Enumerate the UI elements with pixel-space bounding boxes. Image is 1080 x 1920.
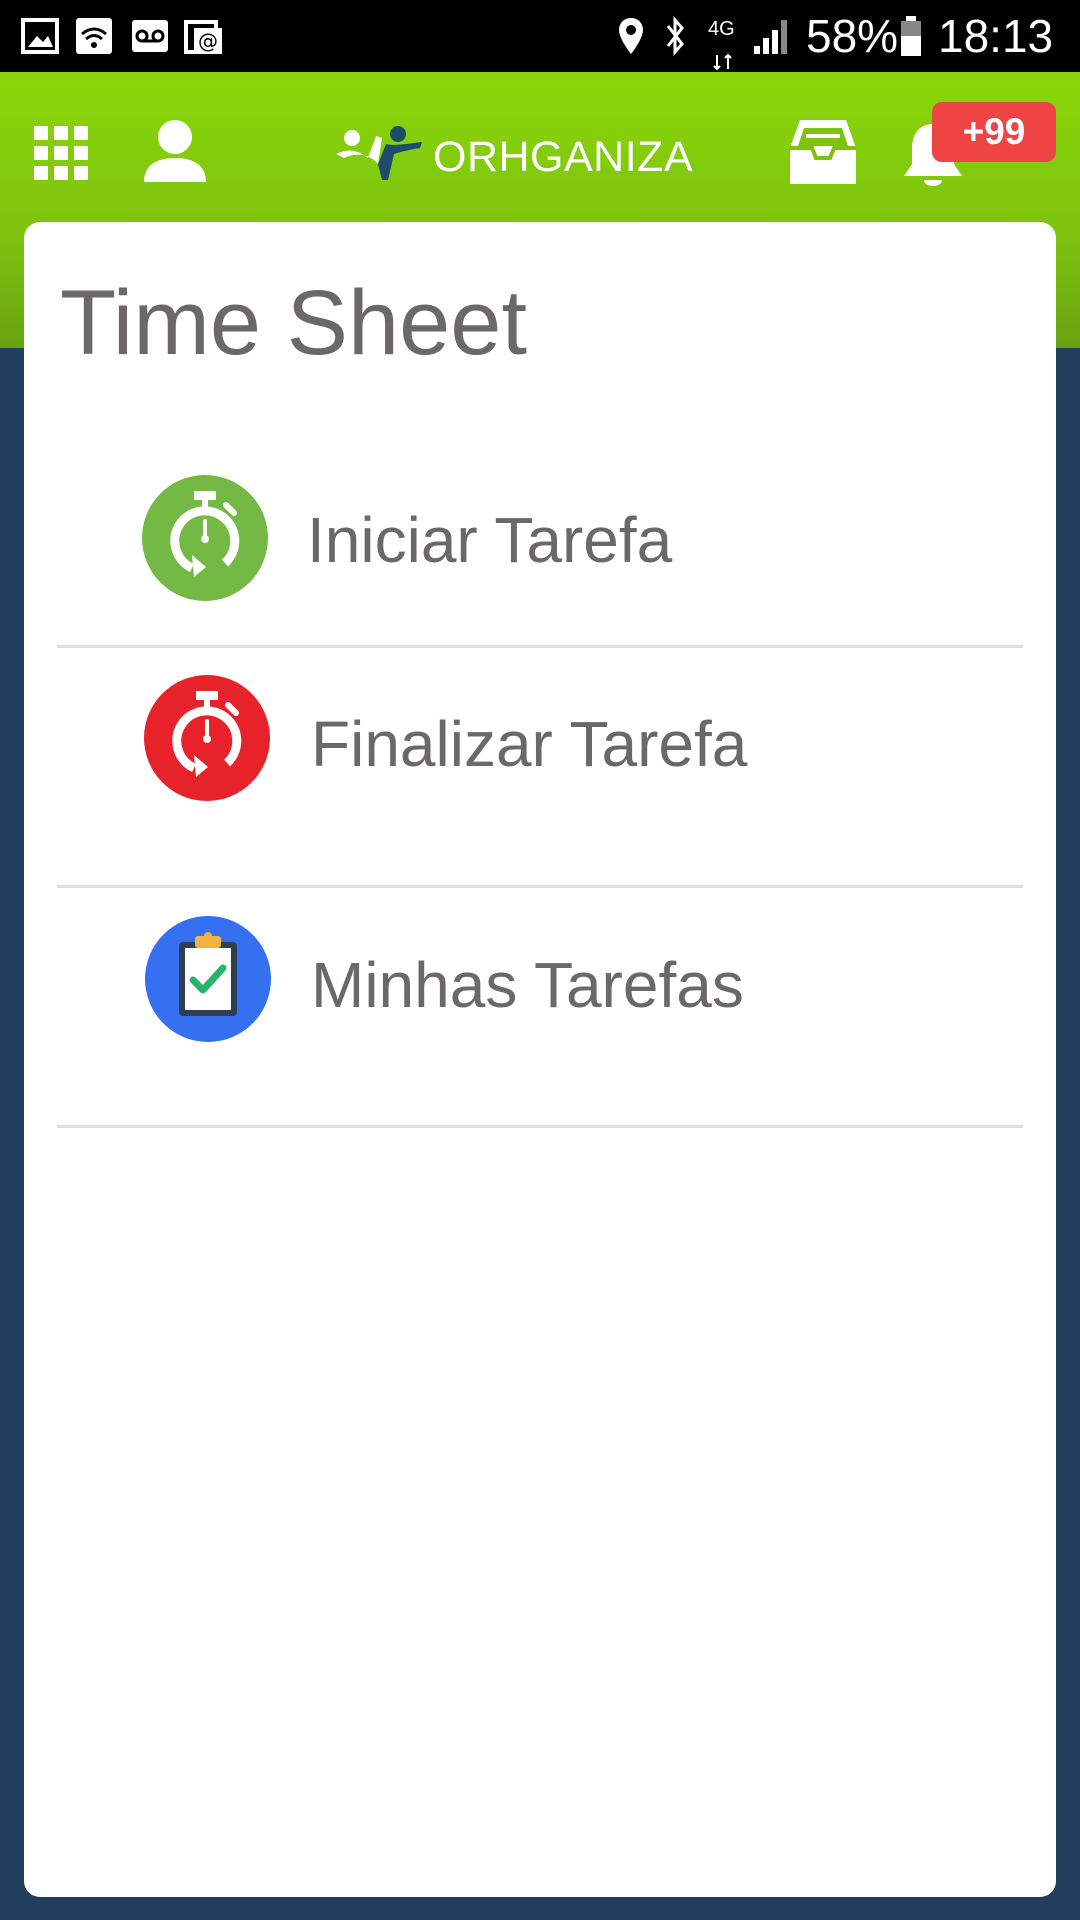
location-icon — [619, 18, 643, 54]
bluetooth-icon — [666, 16, 684, 56]
logo-figure-icon — [336, 126, 422, 180]
timesheet-card: Time Sheet Iniciar Tarefa Finalizar Tare… — [24, 222, 1056, 1897]
inbox-icon[interactable] — [788, 118, 858, 186]
signal-icon — [754, 20, 787, 54]
stopwatch-stop-icon — [144, 675, 270, 801]
email-icon: @ — [184, 20, 222, 54]
svg-text:@: @ — [198, 29, 218, 53]
battery-icon — [901, 16, 921, 56]
menu-item-label: Finalizar Tarefa — [311, 708, 748, 780]
menu-item-minhas-tarefas[interactable]: Minhas Tarefas — [57, 888, 1023, 1128]
voicemail-icon — [132, 20, 168, 52]
menu-item-iniciar-tarefa[interactable]: Iniciar Tarefa — [57, 405, 1023, 648]
battery-percent: 58% — [806, 10, 899, 62]
page-title: Time Sheet — [60, 272, 528, 374]
menu-item-label: Iniciar Tarefa — [307, 504, 673, 576]
status-time: 18:13 — [938, 10, 1054, 62]
logo-text: ORHGANIZA — [433, 133, 694, 181]
status-bar: @ 4G 58% 18:13 — [0, 0, 1080, 72]
gallery-icon — [21, 18, 59, 54]
network-type: 4G — [708, 18, 735, 40]
menu-item-label: Minhas Tarefas — [311, 949, 744, 1021]
apps-grid-icon[interactable] — [34, 126, 88, 180]
clipboard-check-icon — [145, 916, 271, 1042]
user-icon[interactable] — [142, 118, 208, 184]
wifi-icon — [76, 18, 112, 54]
menu-item-finalizar-tarefa[interactable]: Finalizar Tarefa — [57, 648, 1023, 888]
stopwatch-start-icon — [142, 475, 268, 601]
notification-badge[interactable]: +99 — [932, 102, 1056, 162]
